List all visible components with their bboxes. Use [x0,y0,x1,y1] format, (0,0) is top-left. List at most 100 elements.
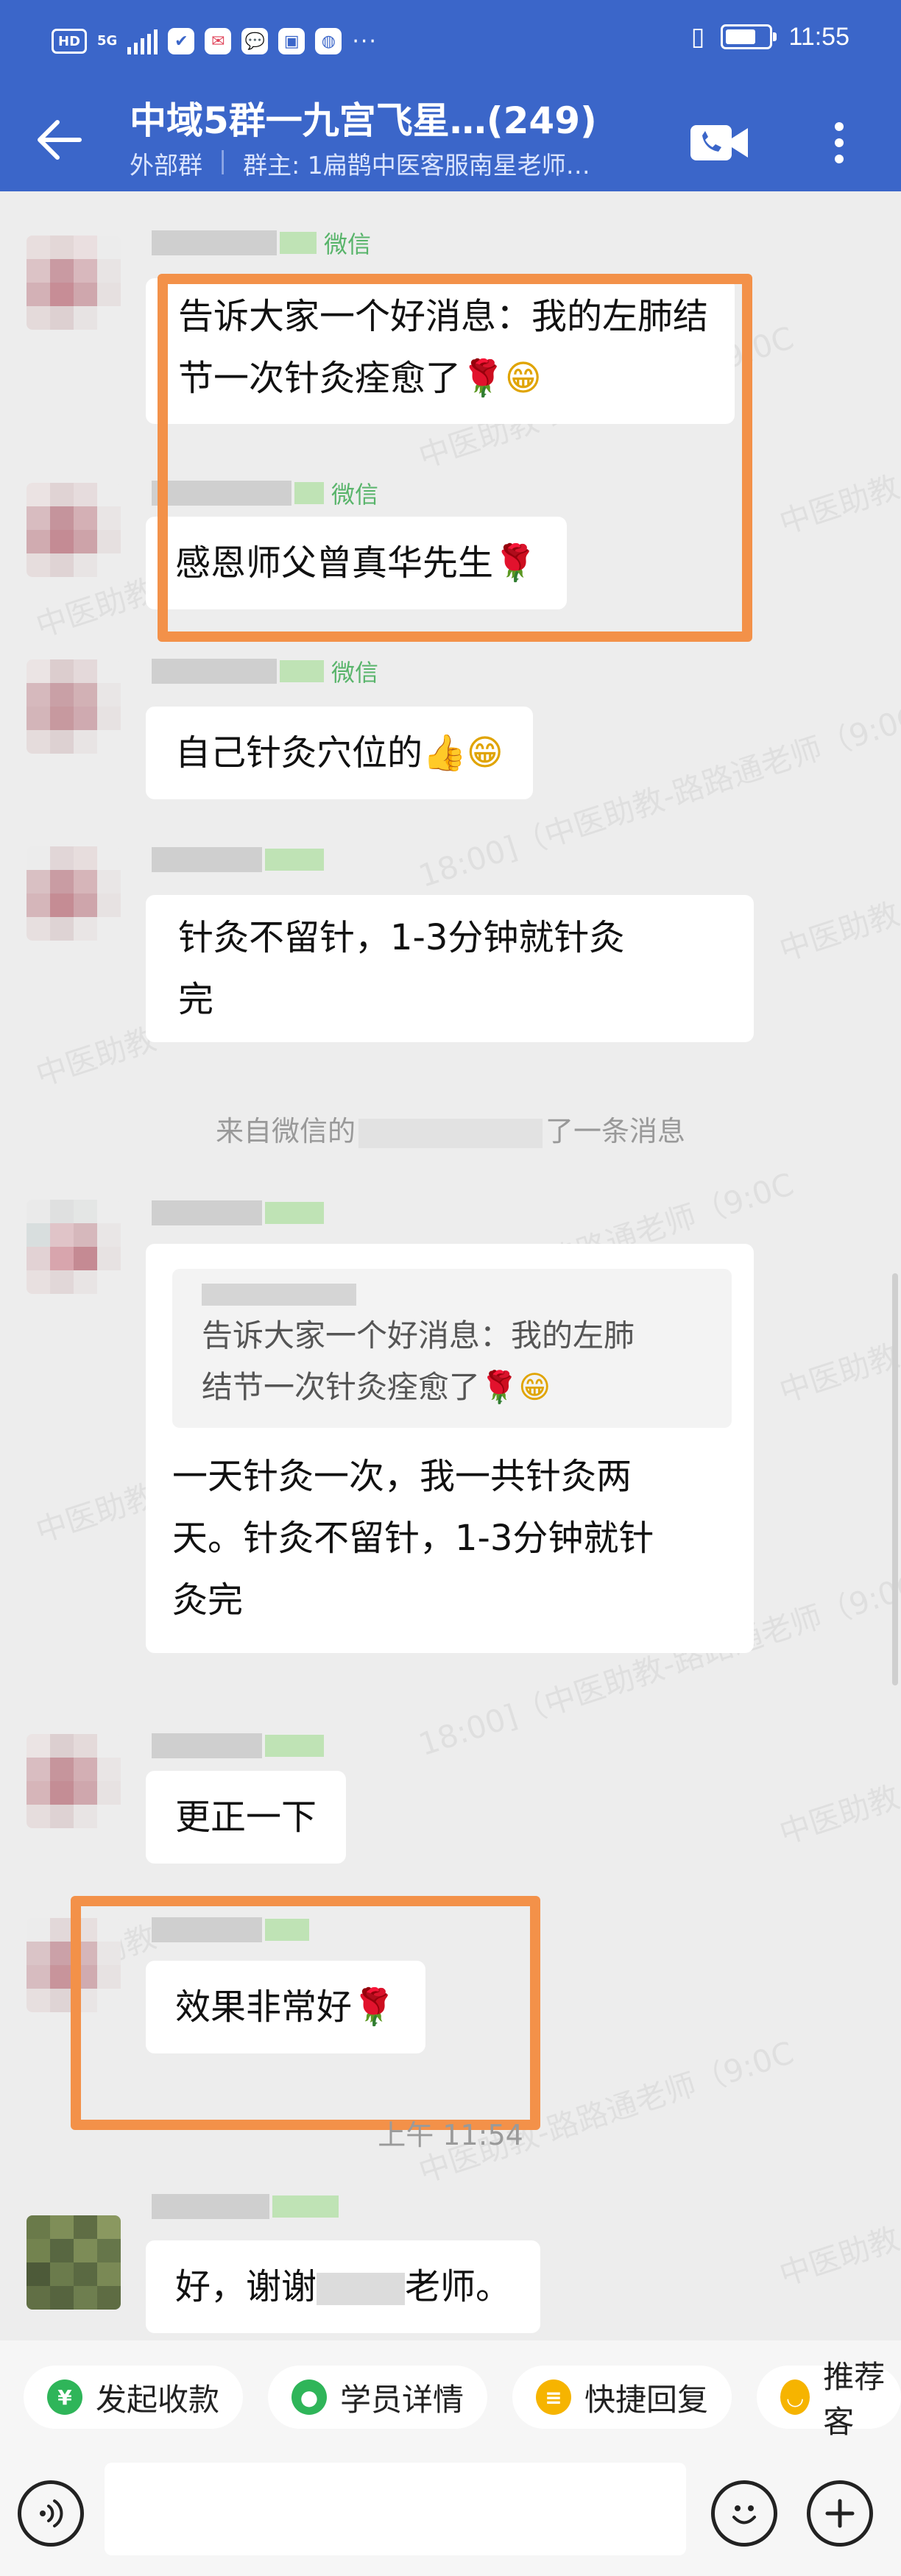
blurred-name [152,1200,262,1225]
smiley-icon [732,2505,756,2524]
blurred-name [152,847,262,872]
network-type: 5G [97,33,118,49]
message-text: 天。针灸不留针，1-3分钟就针 [172,1518,654,1559]
avatar[interactable] [26,236,121,330]
status-time: 11:55 [788,22,849,51]
message-text: 灸完 [172,1579,244,1621]
quick-action-label: 发起收款 [96,2381,220,2418]
back-arrow-icon [38,120,82,160]
watermark: 中医助教 [31,1020,160,1094]
more-dot-icon [835,138,844,147]
chat-scrollbar[interactable] [892,1273,898,1685]
reply-icon: ≡ [536,2379,571,2415]
yen-icon: ¥ [47,2379,82,2415]
message-text-input[interactable] [105,2463,686,2555]
mail-notification-icon: ✉ [205,28,232,54]
message-time: 上午 11:54 [378,2119,523,2151]
quoted-text: 告诉大家一个好消息：我的左肺 [202,1317,635,1354]
sender-name [152,1197,324,1229]
more-input-button[interactable] [807,2480,873,2547]
blurred-name [280,232,317,254]
chat-notification-icon: 💬 [241,28,269,54]
sender-name: 微信 [152,655,378,687]
voice-input-button[interactable] [18,2480,84,2547]
message-text: 针灸不留针，1-3分钟就针灸 [178,917,625,958]
video-camera-icon [690,125,748,160]
vibrate-icon: ▯ [690,22,705,52]
blurred-name [152,659,277,684]
avatar[interactable] [26,659,121,754]
blurred-name [202,1284,356,1306]
avatar[interactable] [26,1200,121,1294]
recommend-icon: ◡ [780,2379,810,2415]
system-notice: 来自微信的 了一条消息 [0,1108,901,1149]
chat-title[interactable]: 中域5群一九宫飞星…(249) [130,91,597,144]
quick-action-label: 快捷回复 [584,2381,709,2418]
rose-emoji-icon: 🌹 [480,1369,519,1405]
blurred-name [265,1735,324,1757]
avatar[interactable] [26,846,121,941]
message-input-bar [0,2451,901,2576]
avatar[interactable] [26,483,121,577]
blurred-name [152,2194,269,2219]
quick-action-label: 推荐客 [823,2359,886,2440]
message-text: 更正一下 [175,1797,317,1838]
thumbs-up-emoji-icon: 👍 [423,732,467,774]
gallery-notification-icon: ▣ [278,28,305,54]
watermark: 中医助教 [774,1337,901,1410]
quick-reply-button[interactable]: ≡ 快捷回复 [512,2366,732,2429]
message-bubble[interactable]: 自己针灸穴位的👍😁 [146,707,533,799]
recommend-button[interactable]: ◡ 推荐客 [757,2359,901,2440]
person-icon: ● [292,2379,327,2415]
message-bubble[interactable]: 针灸不留针，1-3分钟就针灸 完 [146,895,754,1042]
watermark: 中医助教 [774,2220,901,2293]
quick-action-label: 学员详情 [340,2381,464,2418]
message-text: 好，谢谢 [175,2266,317,2307]
watermark: 中医助教 [774,468,901,542]
back-button[interactable] [28,109,90,171]
group-owner-label: 群主: 1扁鹊中医客服南星老师… [243,151,590,180]
quoted-message[interactable]: 告诉大家一个好消息：我的左肺 结节一次针灸痊愈了🌹😁 [172,1269,732,1428]
blurred-name [358,1118,543,1148]
avatar[interactable] [26,2215,121,2310]
watermark: 中医助教 [774,1778,901,1852]
student-details-button[interactable]: ● 学员详情 [268,2366,488,2429]
battery-icon [721,24,777,49]
message-text: 一天针灸一次，我一共针灸两 [172,1456,632,1497]
highlight-frame [71,1896,540,2130]
wechat-tag: 微信 [324,230,372,258]
message-bubble[interactable]: 好，谢谢 老师。 [146,2240,541,2333]
blurred-name [280,660,324,682]
chat-header: 中域5群一九宫飞星…(249) 外部群 | 群主: 1扁鹊中医客服南星老师… [0,87,901,191]
message-bubble[interactable]: 更正一下 [146,1771,347,1864]
more-options-button[interactable] [810,112,869,174]
video-call-button[interactable] [689,112,751,174]
blurred-name [152,230,277,255]
blurred-name [265,849,324,871]
more-notifications-icon: ··· [352,28,378,54]
quoted-text: 结节一次针灸痊愈了 [202,1369,481,1405]
blurred-name [317,2273,406,2305]
message-text: 自己针灸穴位的 [175,732,423,774]
system-text: 来自微信的 [215,1115,356,1147]
chat-message-list[interactable]: 中医助教-路路通老师（9:0C 中医助教 中医助教 18:00]（中医助教-路路… [0,191,901,2340]
blurred-name [272,2195,339,2218]
request-payment-button[interactable]: ¥ 发起收款 [24,2366,244,2429]
app-notification-icon: ✔ [168,28,195,54]
plus-icon [825,2499,855,2528]
signal-icon [127,28,158,54]
highlight-frame [158,274,752,642]
chat-subtitle: 外部群 | 群主: 1扁鹊中医客服南星老师… [130,146,590,181]
emoji-button[interactable] [711,2480,777,2547]
group-type-label: 外部群 [130,151,202,180]
browser-notification-icon: ◍ [315,28,342,54]
blurred-name [152,1733,262,1758]
more-dot-icon [835,155,844,163]
status-right: ▯ 11:55 [691,22,849,52]
avatar[interactable] [26,1734,121,1828]
watermark: 中医助教 [774,895,901,969]
message-bubble[interactable]: 告诉大家一个好消息：我的左肺 结节一次针灸痊愈了🌹😁 一天针灸一次，我一共针灸两… [146,1244,754,1653]
message-text: 完 [178,979,214,1020]
voice-icon [40,2499,63,2527]
hd-indicator: HD [52,29,88,54]
